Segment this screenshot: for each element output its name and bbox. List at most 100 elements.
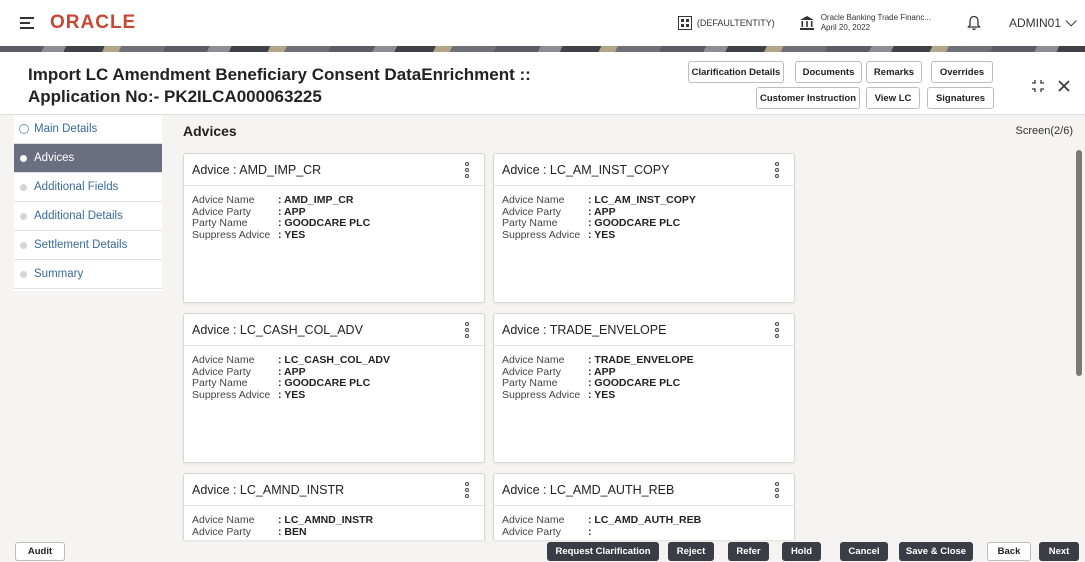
advice-party-value: : BEN	[278, 525, 307, 538]
step-dot-icon	[20, 212, 27, 220]
party-name-value: : GOODCARE PLC	[278, 217, 371, 229]
suppress-advice-value: : YES	[278, 228, 306, 241]
advice-name-value: : LC_AMND_INSTR	[278, 514, 374, 526]
field-label: Party Name	[192, 377, 248, 389]
advice-card-title: Advice : TRADE_ENVELOPE	[494, 314, 794, 346]
advice-name-value: : TRADE_ENVELOPE	[588, 354, 694, 366]
field-label: Advice Name	[192, 354, 255, 366]
sidebar-item-main-details[interactable]: Main Details	[14, 115, 162, 144]
sidebar-item-label: Summary	[34, 268, 84, 280]
minimize-icon[interactable]	[1031, 79, 1045, 93]
advice-party-value: :	[588, 525, 592, 538]
kebab-menu-icon[interactable]	[775, 482, 780, 498]
field-label: Party Name	[502, 377, 558, 389]
advice-name-value: : LC_AMD_AUTH_REB	[588, 514, 702, 526]
back-button[interactable]: Back	[987, 542, 1031, 561]
party-name-value: : GOODCARE PLC	[588, 377, 681, 389]
entity-selector[interactable]: (DEFAULTENTITY)	[677, 16, 775, 30]
kebab-menu-icon[interactable]	[465, 482, 470, 498]
main-content: Advices Screen(2/6) Advice : AMD_IMP_CR …	[168, 115, 1085, 540]
field-label: Advice Name	[502, 514, 565, 526]
advice-card: Advice : LC_AMD_AUTH_REB Advice Name : LC…	[493, 473, 795, 540]
user-name: ADMIN01	[1008, 16, 1061, 30]
refer-button[interactable]: Refer	[728, 542, 769, 561]
step-dot-icon	[20, 154, 27, 162]
cancel-button[interactable]: Cancel	[840, 542, 888, 561]
advice-name-value: : LC_AM_INST_COPY	[588, 194, 696, 206]
suppress-advice-value: : YES	[278, 388, 306, 401]
sidebar-item-label: Additional Details	[34, 210, 123, 222]
audit-button[interactable]: Audit	[15, 542, 65, 561]
kebab-menu-icon[interactable]	[775, 162, 780, 178]
field-label: Advice Name	[502, 194, 565, 206]
field-label: Advice Name	[502, 354, 565, 366]
application-number: Application No:- PK2ILCA000063225	[28, 87, 322, 106]
clarification-details-button[interactable]: Clarification Details	[688, 61, 784, 83]
advice-card: Advice : TRADE_ENVELOPE Advice Name : TRA…	[493, 313, 795, 463]
sidebar-item-summary[interactable]: Summary	[14, 260, 162, 289]
sidebar-item-additional-fields[interactable]: Additional Fields	[14, 173, 162, 202]
page-header: Import LC Amendment Beneficiary Consent …	[0, 52, 1085, 115]
kebab-menu-icon[interactable]	[465, 322, 470, 338]
sidebar-item-label: Advices	[34, 152, 75, 164]
field-label: Advice Name	[192, 194, 255, 206]
field-label: Advice Party	[502, 525, 561, 538]
sidebar-item-label: Main Details	[34, 123, 98, 135]
advice-card: Advice : LC_AMND_INSTR Advice Name : LC_A…	[183, 473, 485, 540]
overrides-button[interactable]: Overrides	[931, 61, 993, 83]
hold-button[interactable]: Hold	[782, 542, 821, 561]
field-label: Advice Name	[192, 514, 255, 526]
field-label: Suppress Advice	[502, 228, 581, 241]
advice-card-title: Advice : AMD_IMP_CR	[184, 154, 484, 186]
user-menu[interactable]: ADMIN01	[1008, 15, 1077, 30]
party-name-value: : GOODCARE PLC	[278, 377, 371, 389]
suppress-advice-value: : YES	[588, 228, 616, 241]
bank-icon	[799, 16, 814, 30]
sidebar-item-settlement-details[interactable]: Settlement Details	[14, 231, 162, 260]
view-lc-button[interactable]: View LC	[866, 87, 920, 109]
field-label: Suppress Advice	[192, 228, 271, 241]
step-dot-icon	[20, 183, 27, 191]
save-close-button[interactable]: Save & Close	[899, 542, 973, 561]
bell-icon[interactable]	[967, 15, 981, 31]
page-title: Import LC Amendment Beneficiary Consent …	[28, 64, 531, 108]
bank-date: April 20, 2022	[820, 23, 871, 32]
remarks-button[interactable]: Remarks	[866, 61, 922, 83]
party-name-value: : GOODCARE PLC	[588, 217, 681, 229]
oracle-logo: ORACLE	[50, 12, 137, 33]
kebab-menu-icon[interactable]	[775, 322, 780, 338]
advice-card-title: Advice : LC_AMD_AUTH_REB	[494, 474, 794, 506]
customer-instruction-button[interactable]: Customer Instruction	[756, 87, 860, 109]
field-label: Party Name	[502, 217, 558, 229]
sidebar-item-additional-details[interactable]: Additional Details	[14, 202, 162, 231]
advice-name-value: : AMD_IMP_CR	[278, 194, 354, 206]
hamburger-menu-icon[interactable]	[20, 17, 34, 29]
close-icon[interactable]	[1058, 80, 1070, 92]
kebab-menu-icon[interactable]	[465, 162, 470, 178]
advice-card: Advice : LC_CASH_COL_ADV Advice Name: LC…	[183, 313, 485, 463]
entity-label: (DEFAULTENTITY)	[696, 18, 775, 28]
sidebar-item-advices[interactable]: Advices	[14, 144, 162, 173]
bank-name: Oracle Banking Trade Financ...	[820, 13, 931, 22]
advice-card: Advice : LC_AM_INST_COPY Advice Name : LC…	[493, 153, 795, 303]
suppress-advice-value: : YES	[588, 388, 616, 401]
request-clarification-button[interactable]: Request Clarification	[547, 542, 659, 561]
check-circle-icon	[19, 124, 29, 134]
step-dot-icon	[20, 270, 27, 278]
sidebar: Main Details Advices Additional Fields A…	[14, 115, 162, 291]
documents-button[interactable]: Documents	[795, 61, 862, 83]
advice-card-title: Advice : LC_AM_INST_COPY	[494, 154, 794, 186]
next-button[interactable]: Next	[1039, 542, 1079, 561]
advice-card-title: Advice : LC_AMND_INSTR	[184, 474, 484, 506]
field-label: Advice Party	[192, 525, 251, 538]
advice-card-title: Advice : LC_CASH_COL_ADV	[184, 314, 484, 346]
vertical-scrollbar[interactable]	[1076, 150, 1082, 376]
field-label: Party Name	[192, 217, 248, 229]
step-dot-icon	[20, 241, 27, 249]
section-title: Advices	[183, 123, 237, 139]
reject-button[interactable]: Reject	[668, 542, 714, 561]
bank-info[interactable]: Oracle Banking Trade Financ... April 20,…	[799, 13, 931, 33]
field-label: Suppress Advice	[502, 388, 581, 401]
screen-indicator: Screen(2/6)	[1015, 125, 1073, 137]
signatures-button[interactable]: Signatures	[927, 87, 994, 109]
